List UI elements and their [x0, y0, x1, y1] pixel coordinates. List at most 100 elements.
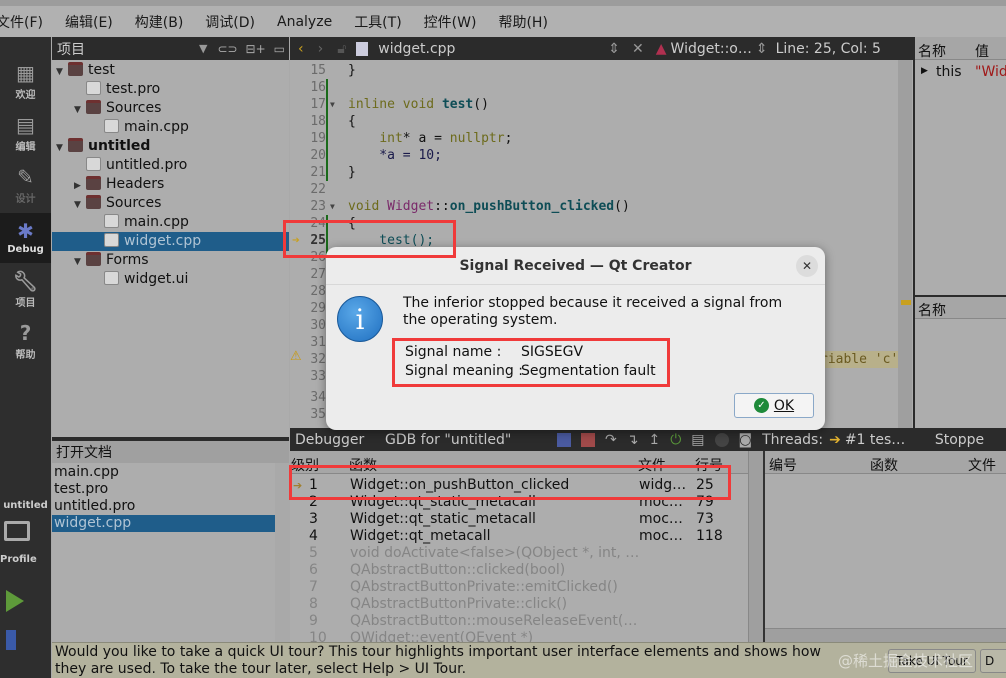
code-line[interactable]: 18 { — [290, 113, 900, 130]
line-number[interactable]: 16 — [290, 79, 326, 96]
close-panel-icon[interactable]: ▭ — [274, 42, 285, 56]
mode-wrench[interactable]: 🔧︎ 项目 — [0, 265, 51, 315]
watch-col-name[interactable]: 名称 — [918, 300, 946, 320]
line-number[interactable]: 21 — [290, 164, 326, 181]
mode-grid[interactable]: ▦ 欢迎 — [0, 57, 51, 107]
link-icon[interactable]: ⊂⊃ — [217, 42, 237, 56]
stack-header-file[interactable]: 文件 — [638, 455, 666, 475]
menu-item[interactable]: 编辑(E) — [65, 12, 113, 32]
filter-icon[interactable]: ▼ — [199, 42, 207, 55]
step-into-icon[interactable]: ↴ — [627, 432, 639, 448]
ok-button[interactable]: ✓ OK — [734, 393, 814, 418]
file-selector[interactable]: widget.cpp — [378, 41, 608, 57]
tree-item[interactable]: main.cpp — [52, 118, 289, 137]
mode-edit[interactable]: ▤ 编辑 — [0, 109, 51, 159]
project-panel-title[interactable]: 项目 — [57, 39, 199, 59]
snapshot-icon[interactable]: ◙ — [739, 432, 753, 448]
back-icon[interactable]: ‹ — [298, 41, 304, 57]
expand-icon[interactable]: ▶ — [921, 66, 928, 76]
fold-icon[interactable]: ▼ — [330, 198, 335, 215]
stack-frame-row[interactable]: ➔ 1 Widget::on_pushButton_clicked widg… 25 — [290, 477, 760, 494]
mode-bug[interactable]: ✱ Debug — [0, 213, 51, 263]
tree-item[interactable]: test.pro — [52, 80, 289, 99]
stack-frame-row[interactable]: 2 Widget::qt_static_metacall moc… 79 — [290, 494, 760, 511]
stop-icon[interactable] — [581, 432, 595, 447]
stack-frame-row[interactable]: 7 QAbstractButtonPrivate::emitClicked() — [290, 579, 760, 596]
stack-frame-row[interactable]: 9 QAbstractButton::mouseReleaseEvent(… — [290, 613, 760, 630]
stack-frame-row[interactable]: 3 Widget::qt_static_metacall moc… 73 — [290, 511, 760, 528]
forward-icon[interactable]: › — [318, 41, 324, 57]
tree-item[interactable]: widget.ui — [52, 270, 289, 289]
code-line[interactable]: 23 ▼ void Widget::on_pushButton_clicked() — [290, 198, 900, 215]
menu-item[interactable]: 调试(D) — [205, 12, 255, 32]
line-number[interactable]: 23 — [290, 198, 326, 215]
thread-select[interactable]: #1 tes… — [845, 432, 935, 448]
code-line[interactable]: 19 int* a = nullptr; — [290, 130, 900, 147]
fold-icon[interactable]: ▼ — [330, 96, 335, 113]
locals-col-value[interactable]: 值 — [975, 41, 989, 61]
menu-item[interactable]: 帮助(H) — [498, 12, 547, 32]
line-number[interactable]: 26 — [290, 249, 326, 266]
record-icon[interactable] — [714, 432, 729, 447]
bp-header-number[interactable]: 编号 — [769, 455, 797, 475]
tree-item[interactable]: ▶ Headers — [52, 175, 289, 194]
line-number[interactable]: 28 — [290, 283, 326, 300]
menu-item[interactable]: Analyze — [277, 14, 332, 30]
stack-header-line[interactable]: 行号 — [695, 455, 723, 475]
stack-frame-row[interactable]: 4 Widget::qt_metacall moc… 118 — [290, 528, 760, 545]
code-line[interactable]: 22 — [290, 181, 900, 198]
code-line[interactable]: 15} — [290, 62, 900, 79]
code-line[interactable]: 16 — [290, 79, 900, 96]
line-number[interactable]: 15 — [290, 62, 326, 79]
menu-item[interactable]: 构建(B) — [135, 12, 184, 32]
open-doc-item[interactable]: untitled.pro — [52, 498, 275, 515]
file-selector-arrows-icon[interactable]: ⇕ — [608, 41, 620, 57]
tree-item[interactable]: ▼ Sources — [52, 194, 289, 213]
line-number[interactable]: 18 — [290, 113, 326, 130]
line-number[interactable]: 35 — [290, 406, 326, 423]
tree-item[interactable]: ▼ Sources — [52, 99, 289, 118]
debug-run-icon[interactable] — [6, 630, 16, 650]
monitor-icon[interactable] — [4, 521, 30, 541]
line-number[interactable]: 30 — [290, 317, 326, 334]
close-file-icon[interactable]: ✕ — [632, 41, 644, 57]
disassembly-icon[interactable]: ▤ — [691, 432, 704, 448]
split-icon[interactable]: ⊟+ — [246, 42, 266, 56]
continue-icon[interactable] — [557, 432, 571, 447]
line-number[interactable]: 24 — [290, 215, 326, 232]
tree-item[interactable]: widget.cpp — [52, 232, 289, 251]
mode-pencil[interactable]: ✎ 设计 — [0, 161, 51, 211]
menu-item[interactable]: 文件(F) — [0, 12, 43, 32]
tree-item[interactable]: ▼ test — [52, 61, 289, 80]
tree-item[interactable]: main.cpp — [52, 213, 289, 232]
stack-frame-row[interactable]: 6 QAbstractButton::clicked(bool) — [290, 562, 760, 579]
symbol-arrows-icon[interactable]: ⇕ — [756, 41, 768, 57]
tree-item[interactable]: ▼ Forms — [52, 251, 289, 270]
engine-select[interactable]: GDB for "untitled" — [385, 432, 557, 448]
tree-item[interactable]: untitled.pro — [52, 156, 289, 175]
code-line[interactable]: 17 ▼ inline void test() — [290, 96, 900, 113]
code-line[interactable]: 20 *a = 10; — [290, 147, 900, 164]
line-number[interactable]: 19 — [290, 130, 326, 147]
menu-item[interactable]: 控件(W) — [424, 12, 477, 32]
open-doc-item[interactable]: test.pro — [52, 481, 275, 498]
line-number[interactable]: 33 — [290, 368, 326, 385]
line-number[interactable]: 34 — [290, 389, 326, 406]
close-icon[interactable]: ✕ — [796, 255, 818, 277]
code-line[interactable]: 21} — [290, 164, 900, 181]
locals-col-name[interactable]: 名称 — [918, 41, 946, 61]
step-out-icon[interactable]: ↥ — [648, 432, 660, 448]
menu-item[interactable]: 工具(T) — [354, 12, 401, 32]
restart-icon[interactable]: ⏻ — [670, 432, 681, 448]
bp-header-function[interactable]: 函数 — [870, 455, 898, 475]
line-number[interactable]: 22 — [290, 181, 326, 198]
stack-header-level[interactable]: 级别 — [291, 455, 319, 475]
line-number[interactable]: 29 — [290, 300, 326, 317]
bp-scrollbar[interactable] — [765, 628, 1006, 642]
tree-item[interactable]: ▼ untitled — [52, 137, 289, 156]
line-number[interactable]: 27 — [290, 266, 326, 283]
stack-frame-row[interactable]: 8 QAbstractButtonPrivate::click() — [290, 596, 760, 613]
debugger-view-select[interactable]: Debugger — [295, 432, 385, 448]
line-number[interactable]: 17 — [290, 96, 326, 113]
mode-help[interactable]: ? 帮助 — [0, 317, 51, 367]
